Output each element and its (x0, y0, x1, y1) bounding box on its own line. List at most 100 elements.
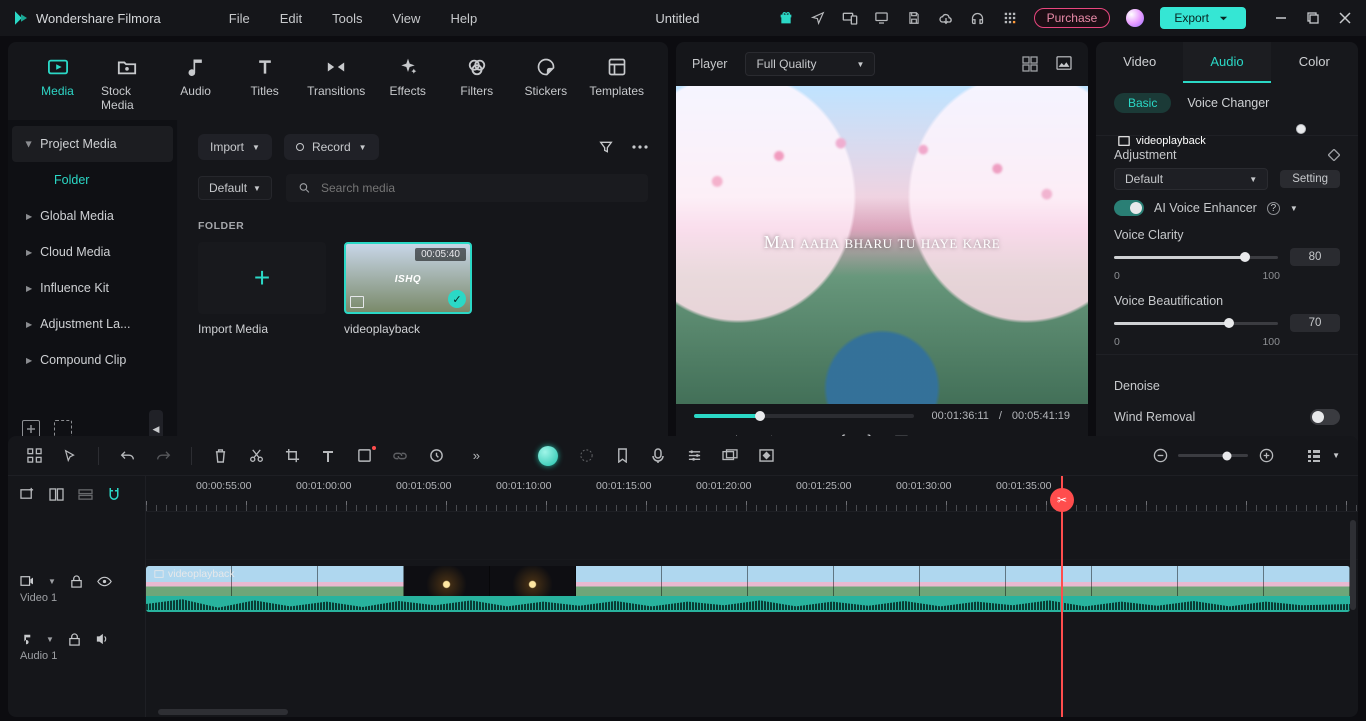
timeline-clip[interactable]: videoplayback (146, 566, 1350, 612)
mixer-button[interactable] (686, 448, 702, 464)
zoom-slider[interactable] (1178, 454, 1248, 457)
setting-button[interactable]: Setting (1280, 170, 1340, 188)
add-track-button[interactable] (20, 487, 35, 501)
headphones-icon[interactable] (970, 10, 986, 26)
filter-icon[interactable] (598, 139, 614, 155)
zoom-in-button[interactable] (1258, 448, 1274, 464)
video-track-header[interactable]: ▼ Video 1 (8, 560, 145, 618)
apps-icon[interactable] (1002, 10, 1018, 26)
horizontal-scrollbar[interactable] (158, 709, 288, 715)
preset-select[interactable]: Default▼ (1114, 168, 1268, 190)
user-avatar[interactable] (1126, 9, 1144, 27)
history-button[interactable] (428, 448, 444, 464)
record-dropdown[interactable]: Record▼ (284, 134, 379, 160)
split-button[interactable] (248, 448, 264, 464)
tab-stock-media[interactable]: Stock Media (101, 56, 152, 112)
ai-voice-enhancer-toggle[interactable] (1114, 200, 1144, 216)
keyframe-icon[interactable] (1328, 149, 1340, 161)
sidebar-item-compound-clip[interactable]: ▶Compound Clip (12, 342, 173, 378)
menu-view[interactable]: View (392, 11, 420, 26)
inspector-tab-color[interactable]: Color (1271, 42, 1358, 83)
sidebar-item-global-media[interactable]: ▶Global Media (12, 198, 173, 234)
crop-button[interactable] (284, 448, 300, 464)
chevron-down-icon[interactable]: ▼ (1290, 204, 1298, 213)
voice-clarity-value[interactable]: 80 (1290, 248, 1340, 266)
mic-button[interactable] (650, 448, 666, 464)
voice-beaut-value[interactable]: 70 (1290, 314, 1340, 332)
vertical-scrollbar[interactable] (1350, 520, 1356, 610)
monitor-icon[interactable] (874, 10, 890, 26)
sidebar-item-folder[interactable]: Folder (12, 162, 173, 198)
timeline-tracks[interactable]: 00:00:55:00 00:01:00:00 00:01:05:00 00:0… (146, 476, 1358, 717)
overlay-button[interactable] (722, 448, 738, 464)
voice-beaut-slider[interactable] (1114, 322, 1278, 325)
eye-icon[interactable] (97, 576, 112, 587)
timeline-ruler[interactable]: 00:00:55:00 00:01:00:00 00:01:05:00 00:0… (146, 476, 1358, 512)
search-input[interactable] (321, 181, 636, 195)
audio-track[interactable] (146, 618, 1358, 676)
send-icon[interactable] (810, 10, 826, 26)
layout-icon[interactable] (26, 448, 42, 464)
lock-icon[interactable] (68, 633, 81, 646)
playhead[interactable]: ✂ (1061, 476, 1063, 717)
split-at-playhead[interactable]: ✂ (1050, 488, 1074, 512)
speed-button[interactable] (356, 448, 372, 464)
menu-tools[interactable]: Tools (332, 11, 362, 26)
speaker-icon[interactable] (95, 633, 109, 645)
tab-stickers[interactable]: Stickers (520, 56, 571, 98)
gift-icon[interactable] (778, 10, 794, 26)
chevron-down-icon[interactable]: ▼ (1332, 451, 1340, 460)
delete-button[interactable] (212, 448, 228, 464)
keyframe-panel-button[interactable] (758, 448, 774, 464)
export-button[interactable]: Export (1160, 7, 1246, 29)
more-icon[interactable] (632, 145, 648, 149)
chevron-down-icon[interactable]: ▼ (48, 577, 56, 586)
save-icon[interactable] (906, 10, 922, 26)
waveform-handle[interactable] (1296, 124, 1306, 134)
track-view-button[interactable] (1306, 448, 1322, 464)
purchase-button[interactable]: Purchase (1034, 8, 1111, 28)
tab-audio[interactable]: Audio (170, 56, 221, 98)
marker-dots-icon[interactable] (578, 448, 594, 464)
quality-dropdown[interactable]: Full Quality▼ (745, 52, 875, 76)
devices-icon[interactable] (842, 10, 858, 26)
tab-filters[interactable]: Filters (451, 56, 502, 98)
link-tracks-button[interactable] (49, 488, 64, 501)
text-button[interactable] (320, 448, 336, 464)
media-clip-tile[interactable]: 00:05:40 ISHQ ✓ videoplayback (344, 242, 472, 336)
tab-transitions[interactable]: Transitions (308, 56, 364, 98)
menu-file[interactable]: File (229, 11, 250, 26)
undo-button[interactable] (119, 448, 135, 464)
sidebar-item-adjustment-layer[interactable]: ▶Adjustment La... (12, 306, 173, 342)
tab-titles[interactable]: Titles (239, 56, 290, 98)
more-tools-button[interactable]: » (464, 448, 480, 464)
sort-dropdown[interactable]: Default▼ (198, 176, 272, 200)
cursor-icon[interactable] (62, 448, 78, 464)
menu-help[interactable]: Help (450, 11, 477, 26)
link-button[interactable] (392, 448, 408, 464)
cloud-icon[interactable] (938, 10, 954, 26)
menu-edit[interactable]: Edit (280, 11, 302, 26)
image-icon[interactable] (1056, 56, 1072, 72)
sidebar-item-cloud-media[interactable]: ▶Cloud Media (12, 234, 173, 270)
grid-view-icon[interactable] (1022, 56, 1038, 72)
inspector-tab-audio[interactable]: Audio (1183, 42, 1270, 83)
magnet-button[interactable] (107, 487, 121, 502)
preview-viewport[interactable]: Mai aaha bharu tu haye kare (676, 86, 1088, 404)
tab-media[interactable]: Media (32, 56, 83, 98)
video-track[interactable]: videoplayback (146, 560, 1358, 618)
tab-templates[interactable]: Templates (589, 56, 644, 98)
lock-icon[interactable] (70, 575, 83, 588)
zoom-out-button[interactable] (1152, 448, 1168, 464)
sidebar-item-influence-kit[interactable]: ▶Influence Kit (12, 270, 173, 306)
sidebar-item-project-media[interactable]: ▶Project Media (12, 126, 173, 162)
import-dropdown[interactable]: Import▼ (198, 134, 272, 160)
help-icon[interactable]: ? (1267, 202, 1280, 215)
audio-track-header[interactable]: ▼ Audio 1 (8, 618, 145, 676)
import-media-tile[interactable]: + Import Media (198, 242, 326, 336)
subtab-voice-changer[interactable]: Voice Changer (1187, 96, 1269, 110)
chevron-down-icon[interactable]: ▼ (46, 635, 54, 644)
subtab-basic[interactable]: Basic (1114, 93, 1171, 113)
tab-effects[interactable]: Effects (382, 56, 433, 98)
playback-slider[interactable] (694, 414, 914, 418)
